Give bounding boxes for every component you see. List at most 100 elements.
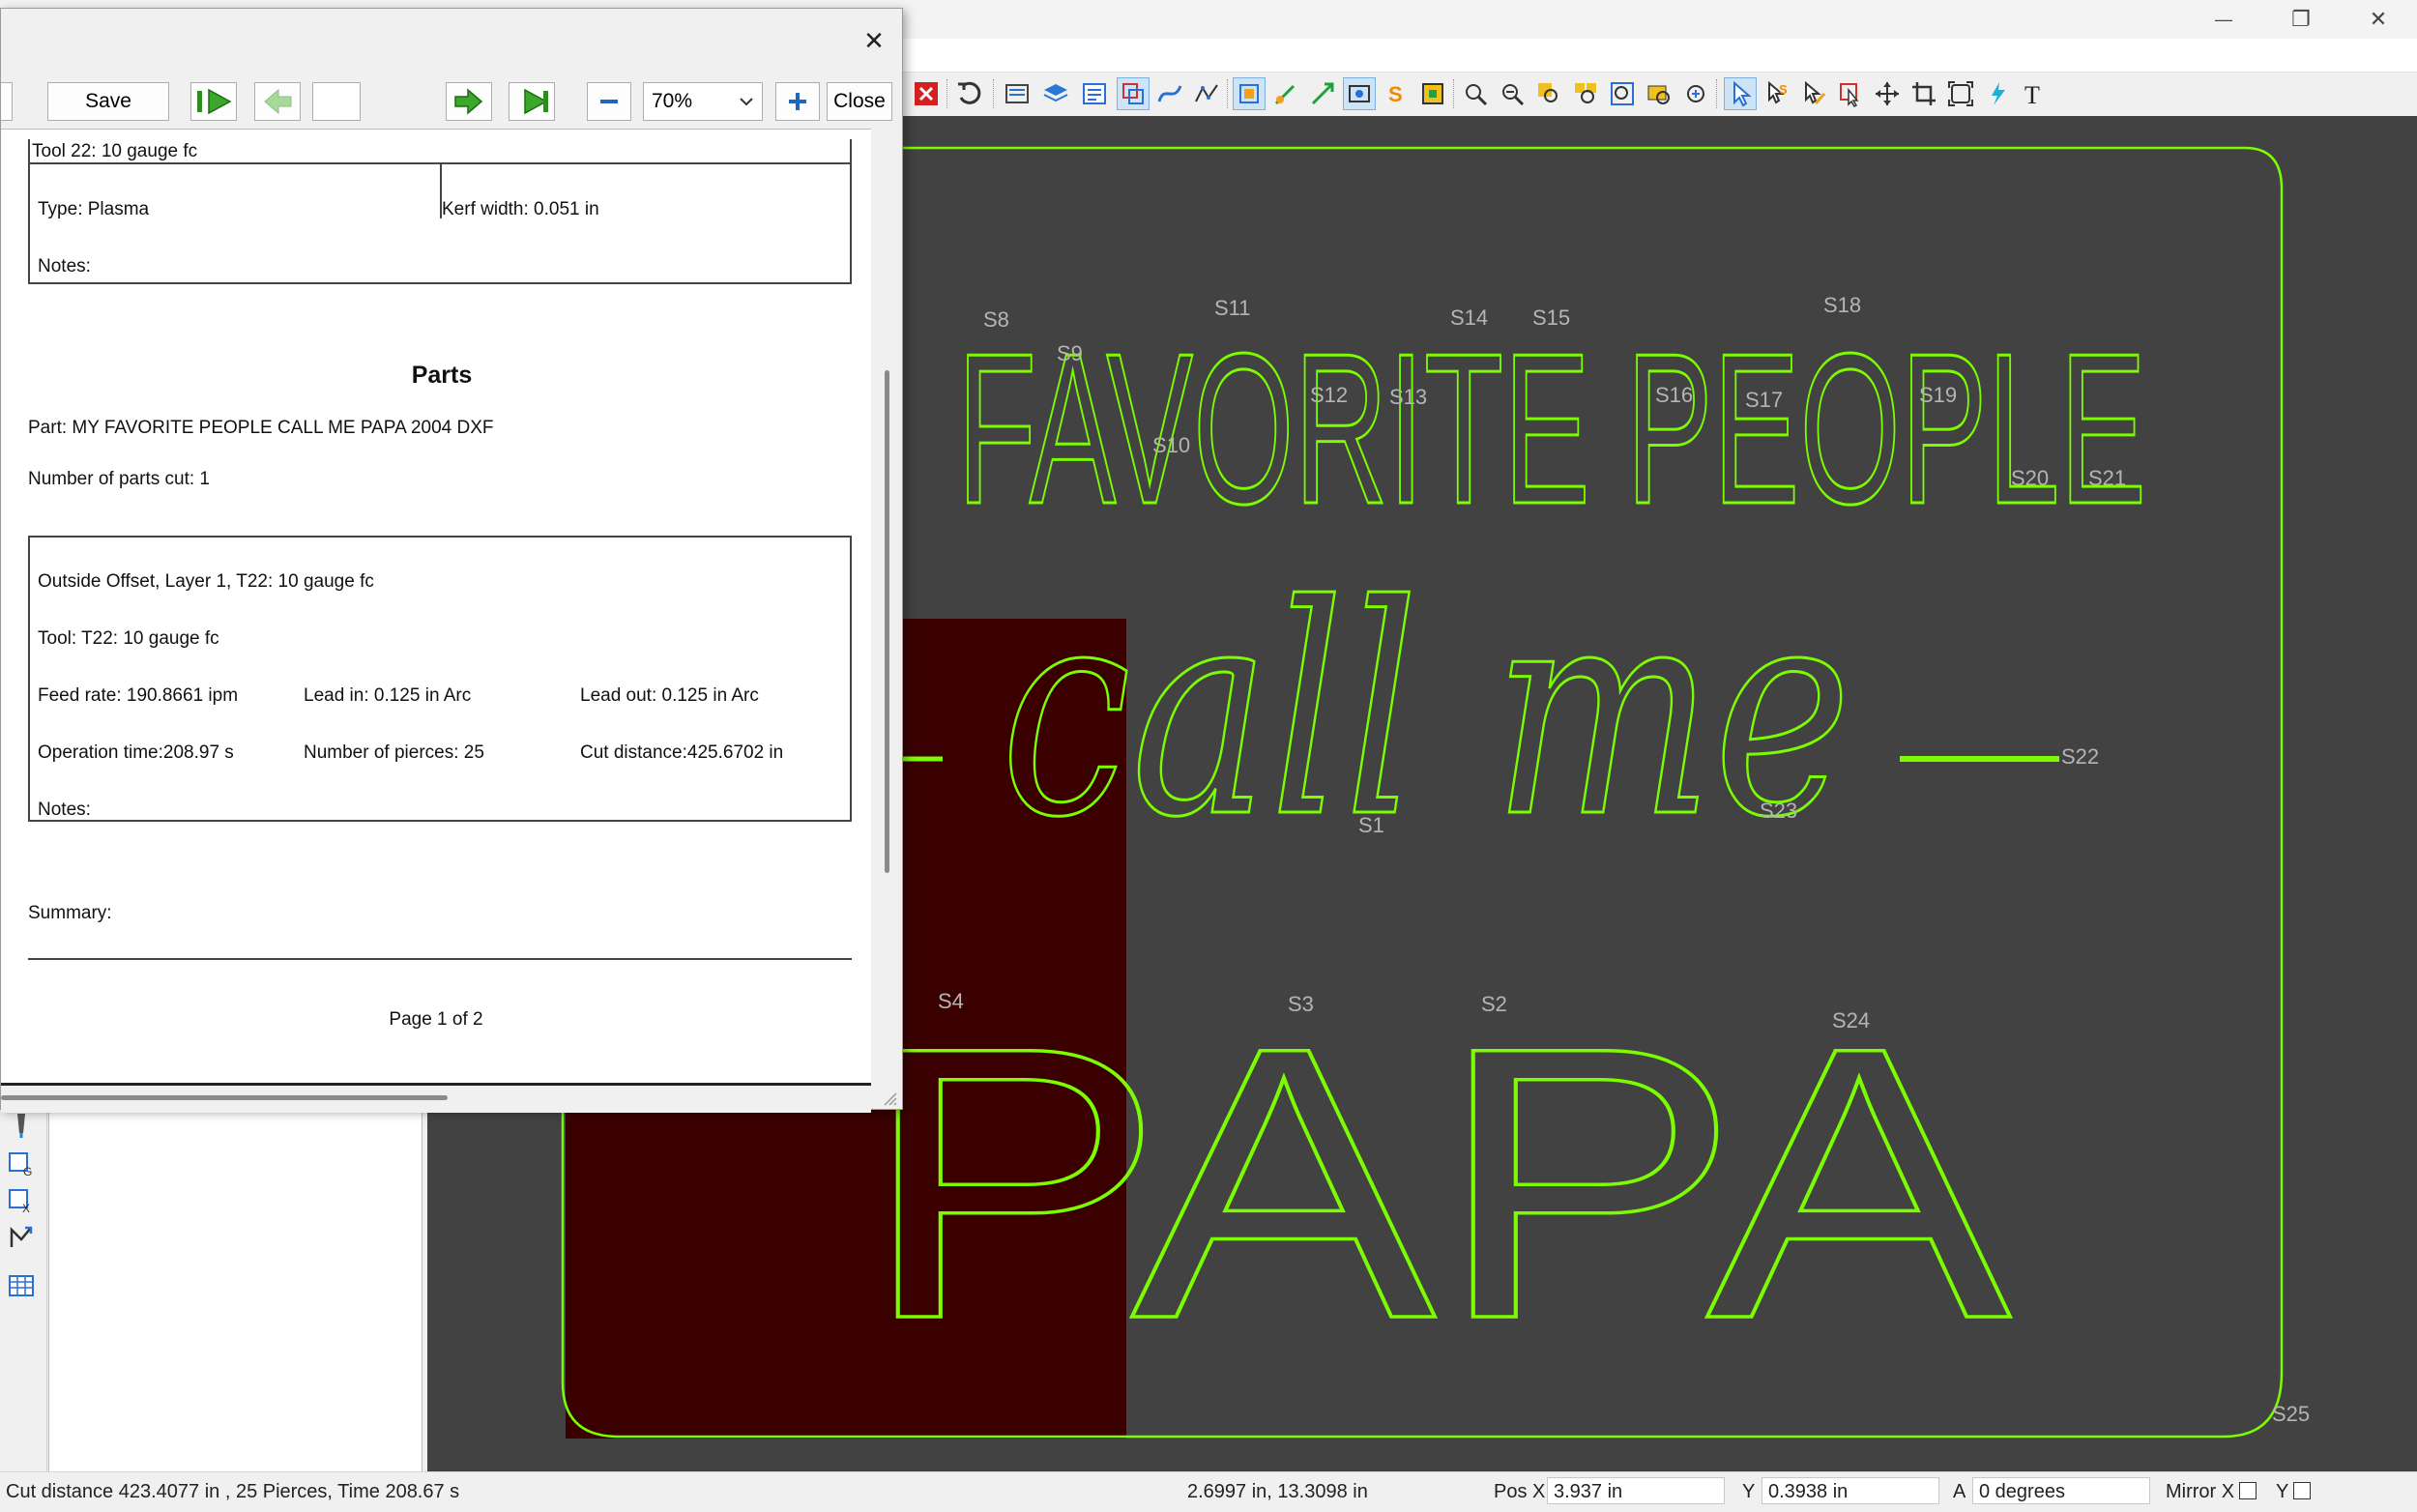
start-point-label[interactable]: S25 bbox=[2272, 1402, 2310, 1427]
horizontal-scroll-thumb[interactable] bbox=[1, 1095, 448, 1100]
svg-text:S: S bbox=[1779, 82, 1788, 97]
svg-text:X: X bbox=[22, 1202, 30, 1214]
delete-icon[interactable] bbox=[910, 77, 943, 110]
cut-order-icon[interactable] bbox=[1343, 77, 1376, 110]
vertical-scrollbar[interactable] bbox=[871, 129, 902, 1086]
minus-icon bbox=[600, 100, 618, 103]
zoom-select[interactable]: 70% bbox=[643, 82, 763, 121]
angle-field[interactable]: 0 degrees bbox=[1972, 1477, 2150, 1504]
start-point-label[interactable]: S24 bbox=[1832, 1008, 1870, 1033]
operation-tool: Tool: T22: 10 gauge fc bbox=[38, 628, 219, 649]
operation-time: Operation time:208.97 s bbox=[38, 742, 234, 763]
start-point-label[interactable]: S9 bbox=[1057, 341, 1083, 366]
first-page-icon bbox=[197, 88, 232, 115]
select-lead-icon[interactable] bbox=[1797, 77, 1830, 110]
page-number-input[interactable] bbox=[312, 82, 361, 121]
undo-icon[interactable] bbox=[952, 77, 985, 110]
horizontal-scrollbar[interactable] bbox=[1, 1086, 871, 1113]
start-point-label[interactable]: S8 bbox=[983, 307, 1009, 333]
start-point-label[interactable]: S16 bbox=[1655, 383, 1693, 408]
minimize-button[interactable]: — bbox=[2185, 0, 2262, 39]
start-point-label[interactable]: S13 bbox=[1389, 385, 1427, 410]
save-button[interactable]: Save bbox=[47, 82, 169, 121]
first-page-button[interactable] bbox=[190, 82, 237, 121]
zoom-in-button[interactable] bbox=[775, 82, 820, 121]
start-point-label[interactable]: S14 bbox=[1450, 305, 1488, 331]
start-point-icon[interactable]: S bbox=[1380, 77, 1412, 110]
select-part-icon[interactable] bbox=[1834, 77, 1867, 110]
zoom-out-icon[interactable] bbox=[1496, 77, 1529, 110]
zoom-table-icon[interactable] bbox=[1643, 77, 1675, 110]
code-x-icon[interactable]: X bbox=[8, 1187, 35, 1215]
parts-list-panel[interactable] bbox=[48, 1102, 422, 1471]
zoom-in-icon[interactable] bbox=[1459, 77, 1492, 110]
mirror-x-checkbox[interactable] bbox=[2239, 1482, 2257, 1499]
pos-y-field[interactable]: 0.3938 in bbox=[1762, 1477, 1939, 1504]
zoom-parts-icon[interactable] bbox=[1569, 77, 1602, 110]
tool-header: Tool 22: 10 gauge fc bbox=[32, 141, 198, 161]
close-button[interactable]: Close bbox=[827, 82, 892, 121]
part-name: Part: MY FAVORITE PEOPLE CALL ME PAPA 20… bbox=[28, 418, 494, 438]
cursor-coordinates: 2.6997 in, 13.3098 in bbox=[1187, 1481, 1368, 1502]
svg-text:T: T bbox=[2024, 81, 2040, 107]
text-icon[interactable]: T bbox=[2018, 77, 2051, 110]
lead-out-icon[interactable] bbox=[1306, 77, 1339, 110]
start-point-label[interactable]: S3 bbox=[1288, 992, 1314, 1017]
zoom-extents-icon[interactable] bbox=[1606, 77, 1639, 110]
path-edit-icon[interactable] bbox=[1153, 77, 1186, 110]
zoom-window-icon[interactable] bbox=[1532, 77, 1565, 110]
dialog-close-button[interactable]: ✕ bbox=[852, 18, 896, 63]
select-start-icon[interactable]: S bbox=[1761, 77, 1793, 110]
status-bar: Cut distance 423.4077 in , 25 Pierces, T… bbox=[0, 1471, 2417, 1512]
start-point-label[interactable]: S15 bbox=[1532, 305, 1570, 331]
start-point-label[interactable]: S4 bbox=[938, 989, 964, 1014]
resize-grip-icon[interactable] bbox=[881, 1090, 898, 1107]
start-point-label[interactable]: S11 bbox=[1214, 296, 1251, 321]
zoom-out-button[interactable] bbox=[587, 82, 631, 121]
start-point-label[interactable]: S17 bbox=[1745, 388, 1783, 413]
layers-icon[interactable] bbox=[1039, 77, 1072, 110]
start-point-label[interactable]: S1 bbox=[1358, 813, 1384, 838]
post-process-icon[interactable] bbox=[8, 1224, 35, 1251]
next-page-button[interactable] bbox=[446, 82, 492, 121]
start-point-label[interactable]: S10 bbox=[1152, 433, 1190, 458]
nest-icon[interactable] bbox=[1416, 77, 1449, 110]
start-point-label[interactable]: S18 bbox=[1823, 293, 1861, 318]
last-page-button[interactable] bbox=[509, 82, 555, 121]
pos-x-label: Pos X bbox=[1494, 1481, 1546, 1502]
start-point-label[interactable]: S22 bbox=[2061, 744, 2099, 770]
code-g-icon[interactable]: G bbox=[8, 1150, 35, 1178]
start-point-label[interactable]: S21 bbox=[2088, 466, 2126, 491]
curve-icon[interactable] bbox=[1190, 77, 1223, 110]
start-point-label[interactable]: S20 bbox=[2011, 466, 2049, 491]
start-point-label[interactable]: S19 bbox=[1919, 383, 1957, 408]
mirror-y-checkbox[interactable] bbox=[2293, 1482, 2311, 1499]
select-arrow-icon[interactable] bbox=[1724, 77, 1757, 110]
maximize-button[interactable]: ❐ bbox=[2262, 0, 2340, 39]
start-point-label[interactable]: S2 bbox=[1481, 992, 1507, 1017]
move-icon[interactable] bbox=[1871, 77, 1904, 110]
tool-library-icon[interactable] bbox=[1001, 77, 1034, 110]
fit-frame-icon[interactable] bbox=[1944, 77, 1977, 110]
mirror-y-label: Y bbox=[2276, 1481, 2289, 1502]
lead-in-icon[interactable] bbox=[1269, 77, 1302, 110]
start-point-label[interactable]: S12 bbox=[1310, 383, 1348, 408]
line1-text[interactable]: FAVORITE PEOPLE bbox=[956, 308, 2148, 551]
vertical-scroll-thumb[interactable] bbox=[885, 370, 889, 873]
window-close-button[interactable]: ✕ bbox=[2340, 0, 2417, 39]
zoom-previous-icon[interactable] bbox=[1679, 77, 1712, 110]
properties-icon[interactable] bbox=[1078, 77, 1111, 110]
print-button[interactable] bbox=[1, 82, 13, 121]
line2-text[interactable]: call me bbox=[1000, 542, 1853, 883]
pos-x-field[interactable]: 3.937 in bbox=[1547, 1477, 1725, 1504]
start-point-label[interactable]: S23 bbox=[1760, 799, 1797, 824]
torch-tool-icon[interactable] bbox=[8, 1112, 35, 1139]
svg-text:G: G bbox=[23, 1165, 32, 1178]
torch-icon[interactable] bbox=[1981, 77, 2014, 110]
table-icon[interactable] bbox=[8, 1272, 35, 1299]
crop-icon[interactable] bbox=[1907, 77, 1940, 110]
offset-icon[interactable] bbox=[1233, 77, 1266, 110]
angle-label: A bbox=[1953, 1481, 1966, 1502]
previous-page-button[interactable] bbox=[254, 82, 301, 121]
part-select-icon[interactable] bbox=[1117, 77, 1150, 110]
